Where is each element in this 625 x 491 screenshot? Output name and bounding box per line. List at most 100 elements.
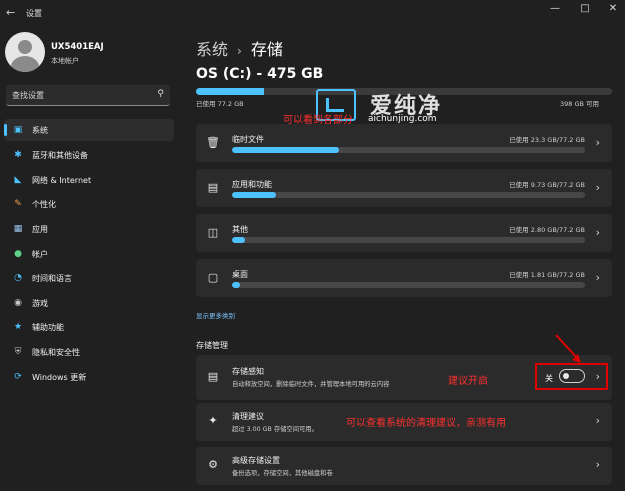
chevron-right-icon: › — [237, 44, 242, 58]
sidebar-item-time-language[interactable]: ◔ 时间和语言 — [4, 267, 174, 289]
sidebar-item-label: 隐私和安全性 — [32, 348, 80, 357]
globe-clock-icon: ◔ — [14, 273, 22, 283]
sidebar-item-label: 辅助功能 — [32, 323, 64, 332]
search-input[interactable]: 查找设置 ⚲ — [6, 85, 170, 106]
breadcrumb: 系统 › 存储 — [196, 36, 283, 60]
active-indicator — [4, 124, 7, 136]
category-card-apps-features[interactable]: ▤ 应用和功能 已使用 9.73 GB/77.2 GB › — [196, 169, 612, 207]
account-type: 本地帐户 — [51, 57, 79, 65]
drive-usage-fill — [196, 88, 264, 95]
chevron-right-icon: › — [595, 226, 600, 239]
sidebar-item-gaming[interactable]: ◉ 游戏 — [4, 292, 174, 314]
category-card-desktop[interactable]: ▢ 桌面 已使用 1.81 GB/77.2 GB › — [196, 259, 612, 297]
annotation-enable-note: 建议开启 — [448, 376, 488, 387]
bluetooth-icon: ✱ — [14, 150, 22, 160]
close-button[interactable]: ✕ — [603, 2, 623, 16]
annotation-cleanup-note: 可以查看系统的清理建议，亲测有用 — [346, 418, 506, 429]
user-name: UX5401EAJ — [51, 42, 104, 52]
category-card-other[interactable]: ◫ 其他 已使用 2.80 GB/77.2 GB › — [196, 214, 612, 252]
cleanup-recommendations-row[interactable]: ✦ 清理建议 超过 3.00 GB 存储空间可用。 可以查看系统的清理建议，亲测… — [196, 403, 612, 441]
avatar[interactable] — [5, 32, 45, 72]
apps-icon: ▦ — [13, 224, 23, 234]
annotation-arrow-icon — [555, 334, 581, 363]
page-title: 存储 — [250, 40, 283, 59]
chevron-right-icon: › — [595, 458, 600, 471]
storage-drive-icon: ▤ — [207, 370, 219, 383]
back-arrow-icon[interactable]: ← — [6, 7, 18, 19]
storage-sense-desc: 自动释放空间，删除临时文件，并管理本地可用的云内容 — [232, 381, 390, 388]
sidebar-item-label: 应用 — [32, 225, 48, 234]
gear-icon: ⚙ — [208, 458, 218, 471]
sidebar-item-label: 时间和语言 — [32, 274, 72, 283]
gamepad-icon: ◉ — [14, 298, 22, 308]
category-usage-bar — [232, 237, 585, 243]
broom-icon: ✦ — [208, 414, 218, 427]
sidebar-item-label: 蓝牙和其他设备 — [32, 151, 88, 160]
category-usage-fill — [232, 282, 241, 288]
shield-icon: ⛨ — [14, 347, 22, 357]
cleanup-title: 清理建议 — [232, 412, 264, 421]
chevron-right-icon: › — [595, 271, 600, 284]
minimize-button[interactable]: — — [545, 2, 565, 16]
annotation-highlight-box — [535, 363, 608, 390]
category-usage: 已使用 9.73 GB/77.2 GB — [509, 181, 585, 189]
sidebar-item-label: 游戏 — [32, 299, 48, 308]
maximize-button[interactable]: □ — [575, 2, 595, 16]
title-bar: ← 设置 — □ ✕ — [0, 0, 625, 28]
category-usage-bar — [232, 192, 585, 198]
sidebar-item-network[interactable]: ◣ 网络 & Internet — [4, 169, 174, 191]
chevron-right-icon: › — [595, 414, 600, 427]
sidebar-item-personalization[interactable]: ✎ 个性化 — [4, 193, 174, 215]
search-placeholder: 查找设置 — [12, 91, 44, 100]
advanced-storage-settings-row[interactable]: ⚙ 高级存储设置 备份选项，存储空间，其他磁盘和卷 › — [196, 447, 612, 485]
advanced-title: 高级存储设置 — [232, 456, 280, 465]
category-usage-fill — [232, 237, 245, 243]
category-usage: 已使用 1.81 GB/77.2 GB — [509, 271, 585, 279]
sidebar-item-accessibility[interactable]: ★ 辅助功能 — [4, 316, 174, 338]
apps-list-icon: ▤ — [207, 181, 219, 194]
drive-free-label: 398 GB 可用 — [560, 100, 600, 108]
sidebar-item-label: 个性化 — [32, 200, 56, 209]
search-icon[interactable]: ⚲ — [157, 89, 164, 99]
cleanup-desc: 超过 3.00 GB 存储空间可用。 — [232, 426, 318, 433]
wifi-icon: ◣ — [14, 175, 22, 185]
show-more-categories-link[interactable]: 显示更多类别 — [196, 310, 235, 320]
annotation-top-note: 可以看到各部分 — [283, 115, 353, 126]
trash-icon: 🗑 — [206, 136, 220, 149]
monitor-icon: ▣ — [13, 125, 23, 135]
storage-sense-title: 存储感知 — [232, 367, 264, 376]
chevron-right-icon: › — [595, 136, 600, 149]
sidebar-item-system[interactable]: ▣ 系统 — [4, 119, 174, 141]
sidebar-item-label: 系统 — [32, 126, 48, 135]
category-name: 其他 — [232, 225, 248, 234]
category-usage: 已使用 2.80 GB/77.2 GB — [509, 226, 585, 234]
category-usage-bar — [232, 282, 585, 288]
category-name: 临时文件 — [232, 135, 264, 144]
person-icon: ● — [14, 249, 22, 259]
category-card-temp-files[interactable]: 🗑 临时文件 已使用 23.3 GB/77.2 GB › — [196, 124, 612, 162]
sidebar-item-windows-update[interactable]: ⟳ Windows 更新 — [4, 366, 174, 388]
sidebar-item-accounts[interactable]: ● 帐户 — [4, 243, 174, 265]
category-usage-fill — [232, 147, 339, 153]
advanced-desc: 备份选项，存储空间，其他磁盘和卷 — [232, 470, 333, 477]
watermark-url: aichunjing.com — [368, 114, 437, 124]
sidebar-item-label: 网络 & Internet — [32, 176, 92, 185]
category-name: 应用和功能 — [232, 180, 272, 189]
category-usage: 已使用 23.3 GB/77.2 GB — [509, 136, 585, 144]
file-icon: ◫ — [207, 226, 219, 239]
category-name: 桌面 — [232, 270, 248, 279]
category-usage-fill — [232, 192, 277, 198]
drive-title: OS (C:) - 475 GB — [196, 66, 324, 82]
sidebar-item-bluetooth[interactable]: ✱ 蓝牙和其他设备 — [4, 144, 174, 166]
brush-icon: ✎ — [14, 199, 22, 209]
sidebar-item-label: Windows 更新 — [32, 373, 87, 382]
desktop-icon: ▢ — [207, 271, 219, 284]
breadcrumb-parent[interactable]: 系统 — [196, 40, 228, 59]
category-usage-bar — [232, 147, 585, 153]
app-title: 设置 — [26, 9, 42, 18]
accessibility-icon: ★ — [13, 322, 23, 332]
sidebar-item-privacy[interactable]: ⛨ 隐私和安全性 — [4, 341, 174, 363]
chevron-right-icon: › — [595, 181, 600, 194]
sidebar-item-label: 帐户 — [32, 250, 48, 259]
sidebar-item-apps[interactable]: ▦ 应用 — [4, 218, 174, 240]
